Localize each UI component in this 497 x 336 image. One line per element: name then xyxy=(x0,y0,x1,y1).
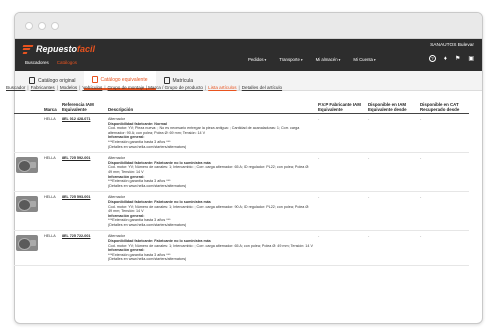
link-buscadores[interactable]: Buscadores xyxy=(25,60,49,65)
tab-label: Matrícula xyxy=(172,77,194,84)
menu-mi-cuenta[interactable]: Mi Cuenta xyxy=(353,57,375,62)
table-row[interactable]: HELLA 8EL 725 592-001 Alternador Disponi… xyxy=(14,152,469,193)
table-row[interactable]: HELLA 8EL 012 428-071 Alternador Disponi… xyxy=(14,113,469,154)
row-disp-iam: - xyxy=(366,230,418,267)
row-disp-cat: - xyxy=(418,113,469,154)
table-row[interactable]: HELLA 8EL 725 722-001 Alternador Disponi… xyxy=(14,230,469,267)
row-disp-cat: - xyxy=(418,230,469,267)
plate-icon xyxy=(163,77,170,84)
col-disp-iam: Disponible en IAM Equivalente desde xyxy=(366,101,418,114)
row-brand: HELLA xyxy=(42,113,60,154)
row-disp-iam: - xyxy=(366,113,418,154)
breadcrumb-modelos[interactable]: Modelos xyxy=(60,85,77,90)
row-ref-link[interactable]: 8EL 012 428-071 xyxy=(60,113,106,154)
window-chrome xyxy=(15,13,482,39)
top-navbar: Repuestofacil Buscadores Catálogos SANAU… xyxy=(15,39,482,71)
col-descripcion: Descripción xyxy=(106,101,316,114)
help-icon[interactable]: ? xyxy=(428,55,436,62)
breadcrumb-detalles[interactable]: Detalles del artículo xyxy=(242,85,282,90)
row-disp-iam: - xyxy=(366,191,418,232)
col-referencia: Referencia IAM Equivalente xyxy=(60,101,106,114)
tab-label: Catálogo original xyxy=(38,77,76,84)
row-brand: HELLA xyxy=(42,230,60,267)
menu-transporte[interactable]: Transporte xyxy=(279,57,302,62)
window-dot-icon[interactable] xyxy=(38,21,46,30)
breadcrumb-fabricantes[interactable]: Fabricantes xyxy=(31,85,55,90)
breadcrumb: Buscador | Fabricantes | Modelos | Vehículo… xyxy=(6,85,283,90)
breadcrumb-vehiculos[interactable]: Vehículos xyxy=(82,85,102,90)
main-menu: Pedidos Transporte Mi almacén Mi Cuenta xyxy=(248,57,376,62)
row-disp-cat: - xyxy=(418,191,469,232)
table-row[interactable]: HELLA 8EL 725 593-001 Alternador Disponi… xyxy=(14,191,469,232)
row-ref-link[interactable]: 8EL 725 592-001 xyxy=(60,152,106,193)
row-disp-cat: - xyxy=(418,152,469,193)
col-pvp: P.V.P Fabricante IAM Equivalente xyxy=(316,101,366,114)
row-ref-link[interactable]: 8EL 725 593-001 xyxy=(60,191,106,232)
bell-icon[interactable]: ♦ xyxy=(444,56,447,62)
window-dot-icon[interactable] xyxy=(51,21,59,30)
row-description: Alternador Disponibilidad fabricante: Fa… xyxy=(106,191,316,232)
row-brand: HELLA xyxy=(42,152,60,193)
row-brand: HELLA xyxy=(42,191,60,232)
row-description: Alternador Disponibilidad fabricante: Fa… xyxy=(106,152,316,193)
results-table: Marca Referencia IAM Equivalente Descrip… xyxy=(14,101,469,267)
breadcrumb-lista-articulos[interactable]: Lista artículos xyxy=(208,85,236,90)
window-dot-icon[interactable] xyxy=(25,21,33,30)
breadcrumb-grupo-montaje[interactable]: Grupo de montaje | Marca / Grupo de prod… xyxy=(108,85,203,90)
row-pvp: - xyxy=(316,230,366,267)
row-pvp: - xyxy=(316,191,366,232)
cart-icon[interactable]: ▣ xyxy=(468,55,474,62)
nav-icons: ? ♦ ⚑ ▣ xyxy=(428,55,474,62)
row-description: Alternador Disponibilidad fabricante: Fa… xyxy=(106,230,316,267)
table-header-row: Marca Referencia IAM Equivalente Descrip… xyxy=(14,101,469,114)
flag-icon[interactable]: ⚑ xyxy=(455,55,460,62)
menu-mi-almacen[interactable]: Mi almacén xyxy=(316,57,341,62)
row-pvp: - xyxy=(316,113,366,154)
book-icon xyxy=(29,77,35,84)
menu-pedidos[interactable]: Pedidos xyxy=(248,57,266,62)
results-table-wrap: Marca Referencia IAM Equivalente Descrip… xyxy=(14,101,469,311)
logo[interactable]: Repuestofacil xyxy=(22,44,96,54)
alternator-image[interactable] xyxy=(16,235,38,252)
book-icon xyxy=(91,76,98,83)
breadcrumb-buscador[interactable]: Buscador xyxy=(6,85,25,90)
row-disp-iam: - xyxy=(366,152,418,193)
top-links: Buscadores Catálogos xyxy=(25,60,77,65)
alternator-image[interactable] xyxy=(16,196,38,213)
logo-text: Repuestofacil xyxy=(36,44,96,54)
row-description: Alternador Disponibilidad fabricante: No… xyxy=(106,113,316,154)
logo-mark-icon xyxy=(22,44,34,54)
col-disp-cat: Disponible en CAT Recuperado desde xyxy=(418,101,469,114)
alternator-image[interactable] xyxy=(16,157,38,174)
row-pvp: - xyxy=(316,152,366,193)
col-marca: Marca xyxy=(42,101,60,114)
user-name[interactable]: SANAUTOS Bulevar xyxy=(430,43,474,48)
link-catalogos[interactable]: Catálogos xyxy=(57,60,77,65)
tab-label: Catálogo equivalente xyxy=(100,76,148,83)
row-ref-link[interactable]: 8EL 725 722-001 xyxy=(60,230,106,267)
